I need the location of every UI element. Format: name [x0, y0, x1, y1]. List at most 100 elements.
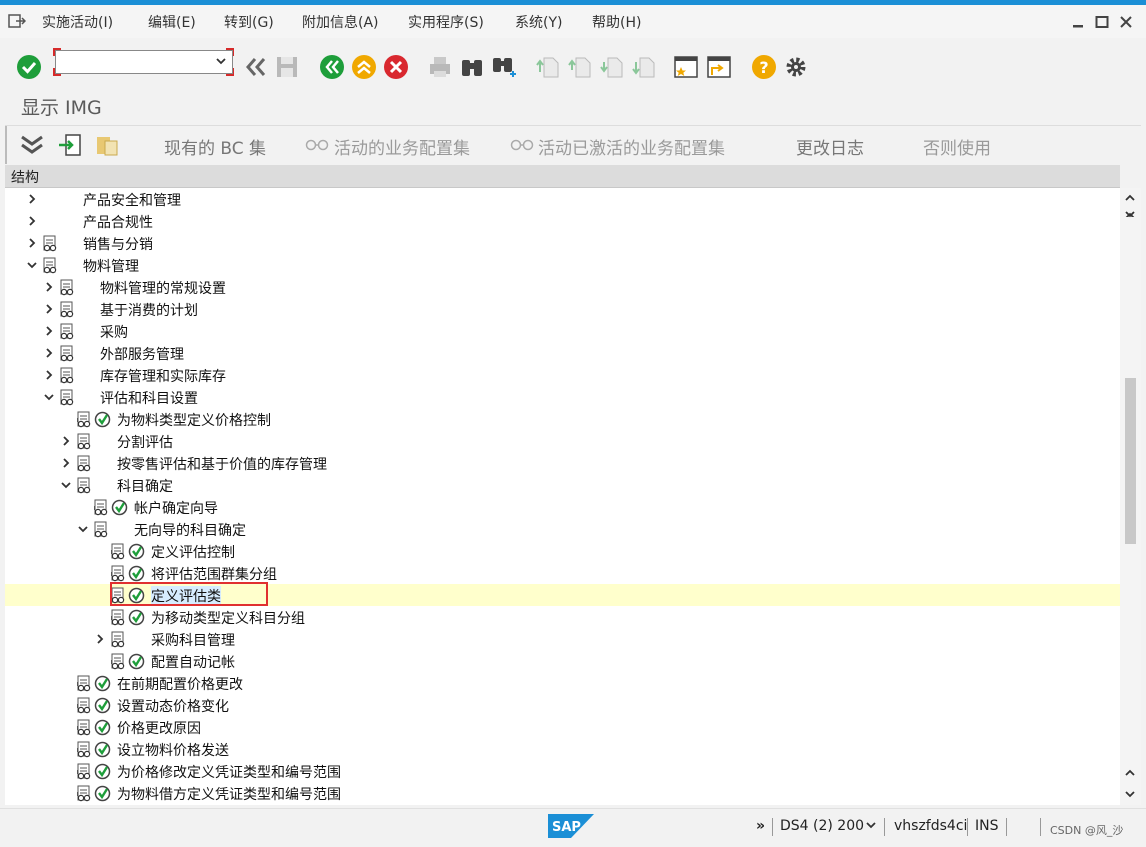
documentation-icon[interactable]	[110, 543, 126, 560]
expand-all-icon[interactable]	[19, 133, 45, 157]
tree-node-label[interactable]: 采购科目管理	[151, 630, 235, 650]
tree-row[interactable]: 无向导的科目确定	[5, 518, 1120, 540]
documentation-icon[interactable]	[59, 279, 75, 296]
cancel-icon[interactable]	[383, 54, 409, 80]
tree-row[interactable]: 价格更改原因	[5, 716, 1120, 738]
menu-toggle-icon[interactable]	[8, 13, 26, 29]
chevron-right-icon[interactable]	[44, 281, 54, 293]
tree-node-label[interactable]: 基于消费的计划	[100, 300, 198, 320]
first-page-icon[interactable]	[535, 54, 561, 80]
chevron-right-icon[interactable]	[61, 435, 71, 447]
chevron-right-icon[interactable]	[44, 303, 54, 315]
tree-row[interactable]: 基于消费的计划	[5, 298, 1120, 320]
tree-row[interactable]: 物料管理	[5, 254, 1120, 276]
tree-row[interactable]: 设置动态价格变化	[5, 694, 1120, 716]
tree-row[interactable]: 设立物料价格发送	[5, 738, 1120, 760]
tree-row[interactable]: 销售与分销	[5, 232, 1120, 254]
chevron-right-icon[interactable]	[27, 237, 37, 249]
tree-row[interactable]: 为移动类型定义科目分组	[5, 606, 1120, 628]
tree-node-label[interactable]: 将评估范围群集分组	[151, 564, 277, 584]
vertical-scrollbar[interactable]	[1120, 188, 1141, 805]
documentation-icon[interactable]	[110, 609, 126, 626]
execute-activity-icon[interactable]	[128, 565, 145, 582]
command-input[interactable]	[55, 50, 233, 74]
system-info[interactable]: DS4 (2) 200	[780, 818, 864, 834]
tree-row[interactable]: 在前期配置价格更改	[5, 672, 1120, 694]
tree-row[interactable]: 科目确定	[5, 474, 1120, 496]
clipboard-icon[interactable]	[95, 133, 121, 157]
active-bc-sets-button[interactable]: 活动的业务配置集	[334, 134, 470, 159]
chevron-right-icon[interactable]	[44, 325, 54, 337]
tree-row[interactable]: 采购科目管理	[5, 628, 1120, 650]
documentation-icon[interactable]	[93, 521, 109, 538]
execute-activity-icon[interactable]	[128, 609, 145, 626]
execute-activity-icon[interactable]	[111, 499, 128, 516]
activated-bc-sets-button[interactable]: 活动已激活的业务配置集	[538, 134, 725, 159]
chevron-down-icon[interactable]	[27, 259, 37, 271]
insert-mode[interactable]: INS	[975, 818, 999, 834]
position-icon[interactable]	[57, 133, 83, 157]
status-expand-icon[interactable]: »	[756, 818, 765, 834]
documentation-icon[interactable]	[76, 455, 92, 472]
tree-node-label[interactable]: 定义评估控制	[151, 542, 235, 562]
chevron-right-icon[interactable]	[44, 347, 54, 359]
documentation-icon[interactable]	[59, 301, 75, 318]
tree-node-label[interactable]: 为移动类型定义科目分组	[151, 608, 305, 628]
save-icon[interactable]	[274, 54, 300, 80]
chevron-down-icon[interactable]	[78, 523, 88, 535]
execute-activity-icon[interactable]	[94, 719, 111, 736]
otherwise-use-button[interactable]: 否则使用	[923, 134, 991, 159]
documentation-icon[interactable]	[76, 477, 92, 494]
bc-sets-button[interactable]: 现有的 BC 集	[164, 134, 266, 159]
tree-node-label[interactable]: 评估和科目设置	[100, 388, 198, 408]
tree-node-label[interactable]: 为价格修改定义凭证类型和编号范围	[117, 762, 341, 782]
minimize-icon[interactable]	[1071, 15, 1085, 29]
scroll-bottom-icon[interactable]	[1124, 766, 1136, 802]
tree-node-label[interactable]: 配置自动记帐	[151, 652, 235, 672]
documentation-icon[interactable]	[59, 323, 75, 340]
tree-row[interactable]: 物料管理的常规设置	[5, 276, 1120, 298]
documentation-icon[interactable]	[76, 697, 92, 714]
documentation-icon[interactable]	[110, 653, 126, 670]
tree-node-label[interactable]: 采购	[100, 322, 128, 342]
next-page-icon[interactable]	[599, 54, 625, 80]
tree-node-label[interactable]: 按零售评估和基于价值的库存管理	[117, 454, 327, 474]
chevron-down-icon[interactable]	[44, 391, 54, 403]
chevron-right-icon[interactable]	[95, 633, 105, 645]
menu-item-edit[interactable]: 编辑(E)	[148, 12, 196, 32]
execute-activity-icon[interactable]	[94, 675, 111, 692]
scrollbar-thumb[interactable]	[1125, 378, 1136, 544]
tree-row[interactable]: 按零售评估和基于价值的库存管理	[5, 452, 1120, 474]
new-session-icon[interactable]	[673, 54, 699, 80]
tree-row[interactable]: 产品安全和管理	[5, 188, 1120, 210]
documentation-icon[interactable]	[76, 411, 92, 428]
documentation-icon[interactable]	[76, 719, 92, 736]
tree-node-label[interactable]: 帐户确定向导	[134, 498, 218, 518]
execute-activity-icon[interactable]	[94, 411, 111, 428]
find-next-icon[interactable]	[491, 54, 517, 80]
tree-node-label[interactable]: 科目确定	[117, 476, 173, 496]
maximize-icon[interactable]	[1095, 15, 1109, 29]
tree-node-label[interactable]: 外部服务管理	[100, 344, 184, 364]
menu-item-implementation[interactable]: 实施活动(I)	[42, 12, 113, 32]
settings-icon[interactable]	[783, 54, 809, 80]
tree-row[interactable]: 为价格修改定义凭证类型和编号范围	[5, 760, 1120, 782]
tree-node-label[interactable]: 设立物料价格发送	[117, 740, 229, 760]
tree-node-label[interactable]: 销售与分销	[83, 234, 153, 254]
tree-node-label[interactable]: 为物料借方定义凭证类型和编号范围	[117, 784, 341, 804]
execute-activity-icon[interactable]	[128, 543, 145, 560]
change-log-button[interactable]: 更改日志	[796, 134, 864, 159]
chevron-right-icon[interactable]	[44, 369, 54, 381]
menu-item-help[interactable]: 帮助(H)	[592, 12, 641, 32]
menu-item-utilities[interactable]: 实用程序(S)	[408, 12, 484, 32]
tree-row[interactable]: 为物料类型定义价格控制	[5, 408, 1120, 430]
tree-row[interactable]: 分割评估	[5, 430, 1120, 452]
menu-item-goto[interactable]: 转到(G)	[224, 12, 274, 32]
tree-row[interactable]: 库存管理和实际库存	[5, 364, 1120, 386]
tree-row[interactable]: 配置自动记帐	[5, 650, 1120, 672]
documentation-icon[interactable]	[76, 763, 92, 780]
chevron-right-icon[interactable]	[27, 193, 37, 205]
chevron-down-icon[interactable]	[61, 479, 71, 491]
last-page-icon[interactable]	[631, 54, 657, 80]
documentation-icon[interactable]	[76, 741, 92, 758]
